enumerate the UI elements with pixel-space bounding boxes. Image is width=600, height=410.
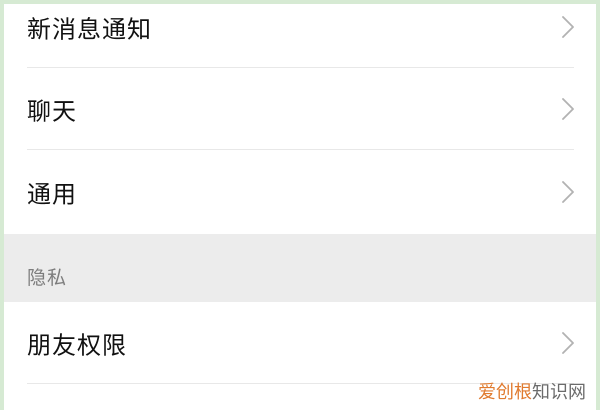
frame-border-top: [0, 0, 600, 4]
divider: [27, 149, 574, 150]
chevron-right-icon: [562, 181, 574, 203]
settings-item-label: 新消息通知: [27, 15, 152, 44]
frame-border-left: [0, 0, 4, 410]
frame-border-right: [596, 0, 600, 410]
settings-item-label: 聊天: [27, 97, 77, 126]
watermark-brand: 爱创根: [478, 382, 532, 403]
chevron-right-icon: [562, 98, 574, 120]
settings-item-new-message-notification[interactable]: 新消息通知: [0, 0, 600, 68]
section-title: 隐私: [27, 267, 68, 289]
watermark-suffix: 知识网: [532, 382, 586, 403]
settings-item-general[interactable]: 通用: [0, 151, 600, 233]
settings-item-label: 通用: [27, 180, 77, 209]
settings-item-chat[interactable]: 聊天: [0, 68, 600, 150]
watermark: 爱创根知识网: [478, 378, 586, 404]
chevron-right-icon: [562, 16, 574, 38]
chevron-right-icon: [562, 332, 574, 354]
settings-screen: 新消息通知 聊天 通用 隐私 朋友权限 爱创根知识网: [0, 0, 600, 410]
settings-item-friend-permissions[interactable]: 朋友权限: [0, 302, 600, 384]
section-header-privacy: 隐私: [0, 234, 600, 302]
settings-item-label: 朋友权限: [27, 331, 127, 360]
